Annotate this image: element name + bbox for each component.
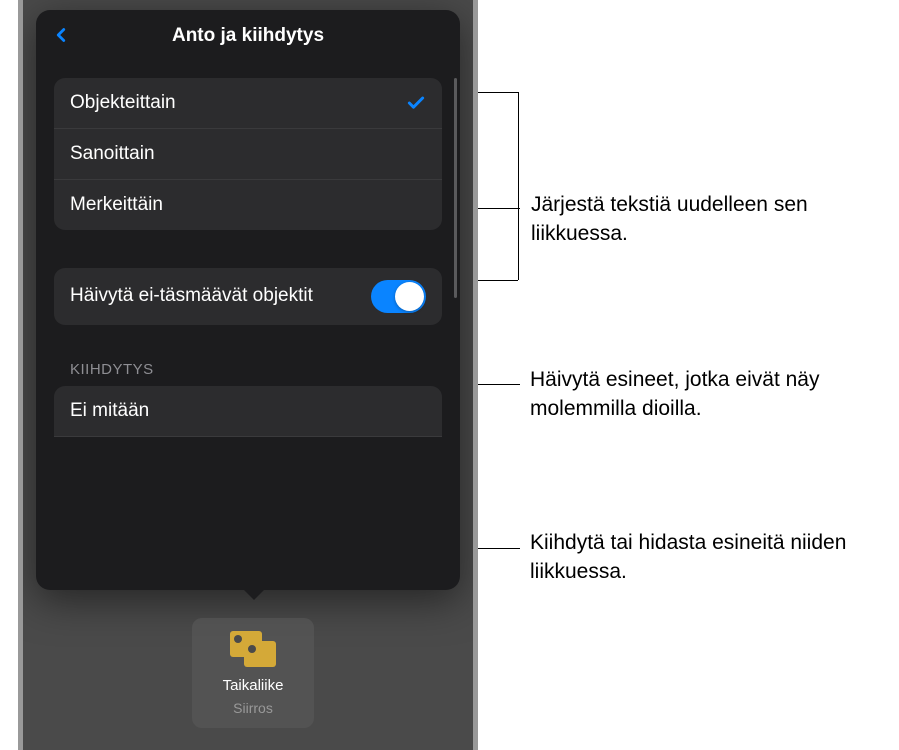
option-label: Sanoittain	[70, 143, 155, 165]
option-merkeittain[interactable]: Merkeittäin	[54, 180, 442, 230]
toggle-knob	[395, 282, 424, 311]
acceleration-none[interactable]: Ei mitään	[54, 386, 442, 437]
popover-tail	[240, 586, 268, 600]
checkmark-icon	[406, 93, 426, 113]
toggle-label: Häivytä ei-täsmäävät objektit	[70, 284, 371, 309]
fade-toggle-group: Häivytä ei-täsmäävät objektit	[54, 268, 442, 325]
acceleration-group: Ei mitään	[54, 386, 442, 437]
callout-line	[478, 384, 520, 385]
callout-text-2: Häivytä esineet, jotka eivät näy molemmi…	[530, 365, 880, 424]
popover-title: Anto ja kiihdytys	[172, 25, 324, 47]
delivery-option-group: Objekteittain Sanoittain Merkeittäin	[54, 78, 442, 230]
callout-text-1: Järjestä tekstiä uudelleen sen liikkuess…	[531, 190, 871, 249]
back-button[interactable]	[50, 24, 72, 46]
content-scroll[interactable]: Objekteittain Sanoittain Merkeittäin H	[54, 78, 442, 590]
callout-bracket	[478, 92, 518, 93]
callout-bracket	[518, 92, 519, 280]
magic-move-icon	[230, 631, 276, 667]
fade-unmatched-toggle[interactable]	[371, 280, 426, 313]
transition-subtitle: Siirros	[233, 700, 273, 716]
option-label: Objekteittain	[70, 92, 176, 114]
callout-line	[478, 208, 520, 209]
acceleration-label: Ei mitään	[70, 400, 149, 421]
acceleration-header: KIIHDYTYS	[54, 361, 442, 386]
scroll-indicator[interactable]	[454, 78, 457, 298]
popover-panel: Anto ja kiihdytys Objekteittain Sanoitta…	[36, 10, 460, 590]
option-objekteittain[interactable]: Objekteittain	[54, 78, 442, 129]
transition-name: Taikaliike	[223, 677, 284, 694]
device-frame: Anto ja kiihdytys Objekteittain Sanoitta…	[18, 0, 478, 750]
transition-toolbar-item[interactable]: Taikaliike Siirros	[192, 618, 314, 728]
callout-text-3: Kiihdytä tai hidasta esineitä niiden lii…	[530, 528, 880, 587]
callout-bracket	[478, 280, 518, 281]
callout-line	[478, 548, 520, 549]
option-label: Merkeittäin	[70, 194, 163, 216]
option-sanoittain[interactable]: Sanoittain	[54, 129, 442, 180]
popover-header: Anto ja kiihdytys	[36, 10, 460, 62]
fade-unmatched-row: Häivytä ei-täsmäävät objektit	[54, 268, 442, 325]
